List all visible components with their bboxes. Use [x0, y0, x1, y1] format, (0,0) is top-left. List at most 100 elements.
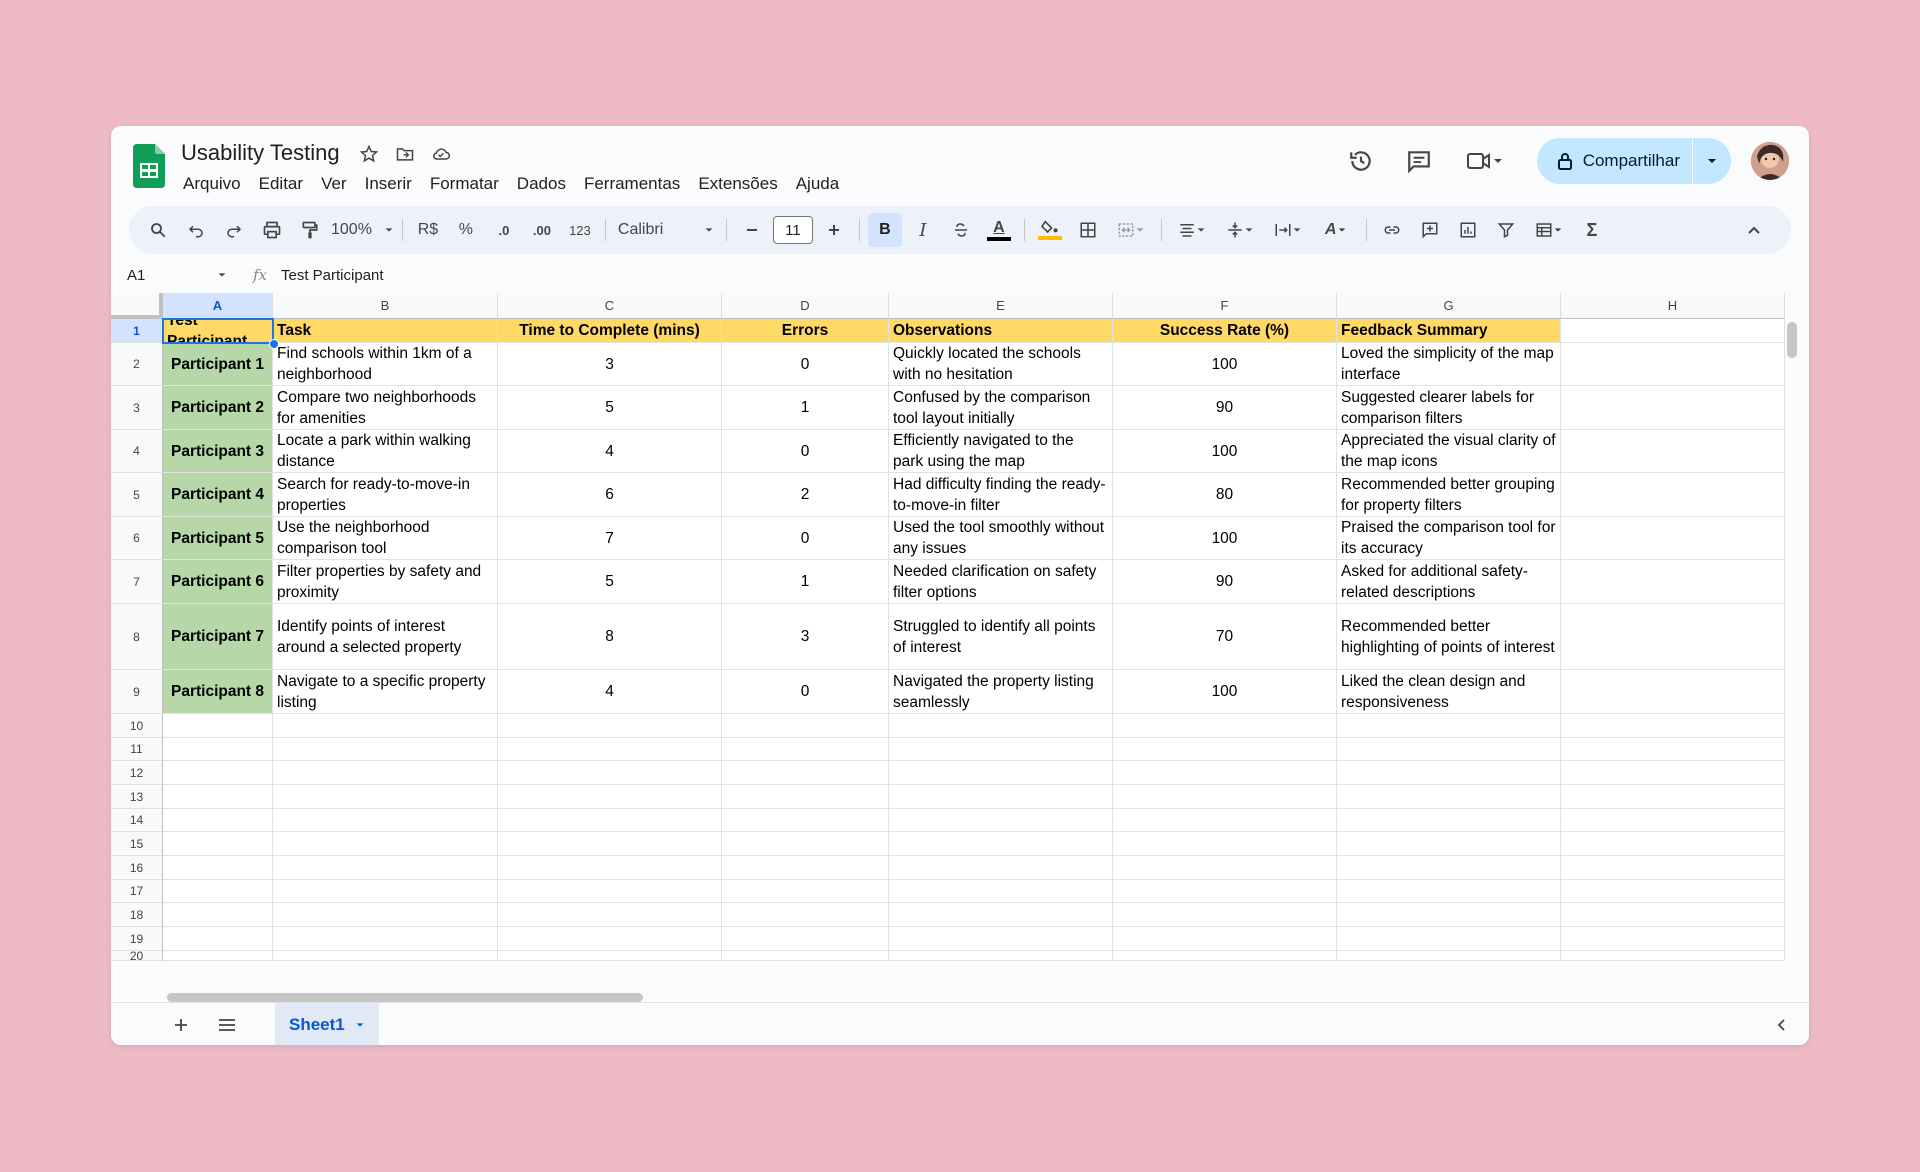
table-cell[interactable]: Identify points of interest around a sel…	[273, 604, 498, 670]
row-header[interactable]: 15	[111, 832, 163, 856]
table-cell[interactable]: 5	[498, 386, 722, 430]
table-cell[interactable]	[1337, 903, 1561, 927]
table-cell[interactable]	[163, 785, 273, 809]
row-header[interactable]: 3	[111, 386, 163, 430]
table-cell[interactable]: Participant 8	[163, 670, 273, 714]
table-cell[interactable]	[1113, 927, 1337, 951]
table-cell[interactable]: Navigate to a specific property listing	[273, 670, 498, 714]
table-cell[interactable]: Find schools within 1km of a neighborhoo…	[273, 343, 498, 386]
table-cell[interactable]: 2	[722, 473, 889, 517]
table-cell[interactable]: 4	[498, 430, 722, 473]
column-header-c[interactable]: C	[498, 293, 722, 319]
table-cell[interactable]	[498, 880, 722, 903]
sheet-tab-dropdown-icon[interactable]	[355, 1020, 365, 1030]
table-cell[interactable]: Filter properties by safety and proximit…	[273, 560, 498, 604]
borders-icon[interactable]	[1071, 213, 1105, 247]
font-size-value[interactable]: 11	[772, 216, 813, 244]
table-cell[interactable]	[1113, 714, 1337, 738]
row-header[interactable]: 17	[111, 880, 163, 903]
redo-icon[interactable]	[217, 213, 251, 247]
table-cell[interactable]	[1561, 903, 1785, 927]
table-cell[interactable]	[273, 809, 498, 832]
table-cell[interactable]	[889, 880, 1113, 903]
table-cell[interactable]: 6	[498, 473, 722, 517]
table-cell[interactable]: Needed clarification on safety filter op…	[889, 560, 1113, 604]
table-cell[interactable]	[1337, 880, 1561, 903]
table-cell[interactable]: Asked for additional safety-related desc…	[1337, 560, 1561, 604]
fill-color-icon[interactable]	[1033, 213, 1067, 247]
table-cell[interactable]: 3	[722, 604, 889, 670]
zoom-select[interactable]: 100%	[331, 213, 394, 247]
table-cell[interactable]	[163, 809, 273, 832]
table-cell[interactable]: Use the neighborhood comparison tool	[273, 517, 498, 560]
table-cell[interactable]	[163, 714, 273, 738]
italic-button[interactable]: I	[906, 213, 940, 247]
column-header-f[interactable]: F	[1113, 293, 1337, 319]
table-cell[interactable]: Efficiently navigated to the park using …	[889, 430, 1113, 473]
table-cell[interactable]: 70	[1113, 604, 1337, 670]
table-cell[interactable]	[1561, 951, 1785, 961]
table-cell[interactable]	[1337, 761, 1561, 785]
table-cell[interactable]	[1337, 832, 1561, 856]
table-cell[interactable]	[1337, 738, 1561, 761]
table-cell[interactable]	[1561, 430, 1785, 473]
table-cell[interactable]: Quickly located the schools with no hesi…	[889, 343, 1113, 386]
table-cell[interactable]	[889, 856, 1113, 880]
table-cell[interactable]	[498, 809, 722, 832]
row-header[interactable]: 7	[111, 560, 163, 604]
table-cell[interactable]	[163, 738, 273, 761]
table-cell[interactable]	[722, 785, 889, 809]
table-cell[interactable]: Suggested clearer labels for comparison …	[1337, 386, 1561, 430]
row-header[interactable]: 13	[111, 785, 163, 809]
table-cell[interactable]	[273, 951, 498, 961]
table-cell[interactable]	[1337, 951, 1561, 961]
cloud-status-icon[interactable]	[429, 142, 453, 166]
decrease-font-size-icon[interactable]	[735, 213, 769, 247]
table-cell[interactable]	[722, 738, 889, 761]
table-cell[interactable]	[1561, 761, 1785, 785]
table-cell[interactable]	[1561, 386, 1785, 430]
row-header[interactable]: 9	[111, 670, 163, 714]
table-cell[interactable]	[163, 903, 273, 927]
table-cell[interactable]	[1113, 832, 1337, 856]
table-cell[interactable]	[163, 856, 273, 880]
table-cell[interactable]: Confused by the comparison tool layout i…	[889, 386, 1113, 430]
table-cell[interactable]	[889, 927, 1113, 951]
table-cell[interactable]	[889, 785, 1113, 809]
print-icon[interactable]	[255, 213, 289, 247]
table-cell[interactable]: 4	[498, 670, 722, 714]
decrease-decimal-button[interactable]: .0	[487, 213, 521, 247]
table-cell[interactable]	[1561, 343, 1785, 386]
row-header[interactable]: 8	[111, 604, 163, 670]
table-cell[interactable]: 90	[1113, 386, 1337, 430]
formula-input[interactable]: Test Participant	[281, 267, 384, 284]
row-header[interactable]: 16	[111, 856, 163, 880]
sheets-logo-icon[interactable]	[133, 144, 165, 188]
column-header-d[interactable]: D	[722, 293, 889, 319]
menu-inserir[interactable]: Inserir	[356, 168, 421, 200]
table-cell[interactable]: Appreciated the visual clarity of the ma…	[1337, 430, 1561, 473]
menu-arquivo[interactable]: Arquivo	[183, 168, 250, 200]
table-cell[interactable]: 100	[1113, 517, 1337, 560]
move-folder-icon[interactable]	[393, 142, 417, 166]
table-cell[interactable]	[1561, 473, 1785, 517]
link-icon[interactable]	[1375, 213, 1409, 247]
add-sheet-icon[interactable]	[163, 1007, 199, 1043]
table-cell[interactable]	[1561, 880, 1785, 903]
row-header[interactable]: 14	[111, 809, 163, 832]
table-cell[interactable]	[1337, 714, 1561, 738]
all-sheets-icon[interactable]	[209, 1007, 245, 1043]
header-cell[interactable]: Observations	[889, 319, 1113, 343]
table-cell[interactable]	[1113, 951, 1337, 961]
menu-extensoes[interactable]: Extensões	[689, 168, 786, 200]
table-cell[interactable]: 0	[722, 517, 889, 560]
row-header[interactable]: 12	[111, 761, 163, 785]
table-cell[interactable]	[498, 832, 722, 856]
star-icon[interactable]	[357, 142, 381, 166]
table-cell[interactable]	[722, 951, 889, 961]
table-cell[interactable]	[889, 738, 1113, 761]
table-cell[interactable]: Participant 6	[163, 560, 273, 604]
table-cell[interactable]	[722, 880, 889, 903]
table-cell[interactable]: Locate a park within walking distance	[273, 430, 498, 473]
table-cell[interactable]	[163, 832, 273, 856]
